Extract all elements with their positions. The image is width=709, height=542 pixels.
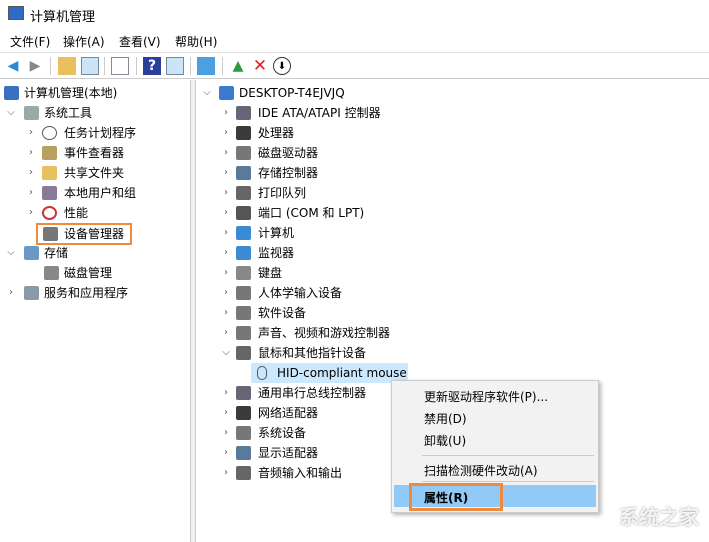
console-tree-pane: 计算机管理(本地) ⌵ 系统工具 › 任务计划程序 › 事件查看器 › 共享文件夹 › 本… xyxy=(0,80,191,542)
menu-item-disable[interactable]: 禁用(D) xyxy=(424,410,467,427)
show-hide-tree-icon[interactable] xyxy=(81,57,99,75)
device-category-icon xyxy=(236,346,251,360)
context-menu: 更新驱动程序软件(P)... 禁用(D) 卸载(U) 扫描检测硬件改动(A) 属… xyxy=(391,380,599,513)
device-category-icon xyxy=(236,426,251,440)
chevron-right-icon[interactable]: › xyxy=(221,123,231,143)
device-category-icon xyxy=(236,126,251,140)
chevron-right-icon[interactable]: › xyxy=(6,283,16,303)
chevron-right-icon[interactable]: › xyxy=(26,203,36,223)
menu-file[interactable]: 文件(F) xyxy=(10,33,50,50)
event-viewer-icon xyxy=(42,146,57,160)
menu-action[interactable]: 操作(A) xyxy=(63,33,105,50)
performance-icon xyxy=(42,206,57,220)
title-bar: 计算机管理 xyxy=(0,0,709,30)
menu-item-uninstall[interactable]: 卸载(U) xyxy=(424,432,466,449)
chevron-right-icon[interactable]: › xyxy=(221,303,231,323)
menu-item-scan-hardware[interactable]: 扫描检测硬件改动(A) xyxy=(424,462,538,479)
chevron-right-icon[interactable]: › xyxy=(221,243,231,263)
chevron-down-icon[interactable]: ⌵ xyxy=(202,83,212,103)
device-category-icon xyxy=(236,326,251,340)
chevron-right-icon[interactable]: › xyxy=(221,163,231,183)
clock-icon xyxy=(42,126,57,140)
chevron-right-icon[interactable]: › xyxy=(26,183,36,203)
chevron-down-icon[interactable]: ⌵ xyxy=(6,103,16,123)
chevron-right-icon[interactable]: › xyxy=(221,143,231,163)
watermark-logo: 系统之家 xyxy=(619,505,699,529)
toolbar: ◀ ▶ ? ▲ ✕ ⬇ xyxy=(0,52,709,79)
update-driver-icon[interactable]: ▲ xyxy=(229,57,247,75)
chevron-right-icon[interactable]: › xyxy=(221,323,231,343)
forward-arrow-icon[interactable]: ▶ xyxy=(26,57,44,75)
device-hid-compliant-mouse[interactable]: HID-compliant mouse xyxy=(251,363,408,383)
chevron-right-icon[interactable]: › xyxy=(221,463,231,483)
chevron-right-icon[interactable]: › xyxy=(221,423,231,443)
show-action-pane-icon[interactable] xyxy=(166,57,184,75)
scan-hardware-icon[interactable] xyxy=(197,57,215,75)
menu-bar: 文件(F) 操作(A) 查看(V) 帮助(H) xyxy=(0,30,709,52)
chevron-right-icon[interactable]: › xyxy=(26,163,36,183)
device-category-icon xyxy=(236,166,251,180)
device-category-icon xyxy=(236,246,251,260)
device-category-icon xyxy=(236,466,251,480)
disk-icon xyxy=(44,266,59,280)
device-category-icon xyxy=(236,146,251,160)
device-category-icon xyxy=(236,186,251,200)
menu-help[interactable]: 帮助(H) xyxy=(175,33,217,50)
device-category-icon xyxy=(236,206,251,220)
disable-down-icon[interactable]: ⬇ xyxy=(273,57,291,75)
chevron-right-icon[interactable]: › xyxy=(221,183,231,203)
menu-view[interactable]: 查看(V) xyxy=(119,33,161,50)
chevron-right-icon[interactable]: › xyxy=(221,443,231,463)
help-icon[interactable]: ? xyxy=(143,57,161,75)
chevron-right-icon[interactable]: › xyxy=(221,103,231,123)
device-category-icon xyxy=(236,286,251,300)
device-manager-icon xyxy=(43,227,58,241)
computer-management-icon xyxy=(4,86,19,100)
device-category-icon xyxy=(236,446,251,460)
back-arrow-icon[interactable]: ◀ xyxy=(4,57,22,75)
tree-item-device-manager[interactable]: 设备管理器 xyxy=(36,223,132,245)
services-icon xyxy=(24,286,39,300)
device-category-icon xyxy=(236,406,251,420)
menu-separator xyxy=(422,481,594,482)
computer-management-icon xyxy=(8,6,24,20)
chevron-right-icon[interactable]: › xyxy=(26,123,36,143)
menu-separator xyxy=(422,455,594,456)
window-title: 计算机管理 xyxy=(30,10,96,25)
mouse-icon xyxy=(257,366,267,380)
users-icon xyxy=(42,186,57,200)
chevron-right-icon[interactable]: › xyxy=(221,223,231,243)
chevron-right-icon[interactable]: › xyxy=(221,283,231,303)
computer-icon xyxy=(219,86,234,100)
menu-item-update-driver[interactable]: 更新驱动程序软件(P)... xyxy=(424,388,548,405)
chevron-right-icon[interactable]: › xyxy=(221,403,231,423)
uninstall-x-icon[interactable]: ✕ xyxy=(251,57,269,75)
properties-icon[interactable] xyxy=(111,57,129,75)
device-category-icon xyxy=(236,386,251,400)
device-category-icon xyxy=(236,306,251,320)
device-category-icon xyxy=(236,266,251,280)
chevron-right-icon[interactable]: › xyxy=(221,383,231,403)
chevron-right-icon[interactable]: › xyxy=(26,143,36,163)
chevron-right-icon[interactable]: › xyxy=(221,263,231,283)
chevron-down-icon[interactable]: ⌵ xyxy=(6,243,16,263)
menu-item-properties[interactable]: 属性(R) xyxy=(424,489,468,506)
device-category-icon xyxy=(236,226,251,240)
chevron-down-icon[interactable]: ⌵ xyxy=(221,343,231,363)
up-folder-icon[interactable] xyxy=(58,57,76,75)
tools-icon xyxy=(24,106,39,120)
device-category-icon xyxy=(236,106,251,120)
chevron-right-icon[interactable]: › xyxy=(221,203,231,223)
shared-folder-icon xyxy=(42,166,57,180)
storage-icon xyxy=(24,246,39,260)
